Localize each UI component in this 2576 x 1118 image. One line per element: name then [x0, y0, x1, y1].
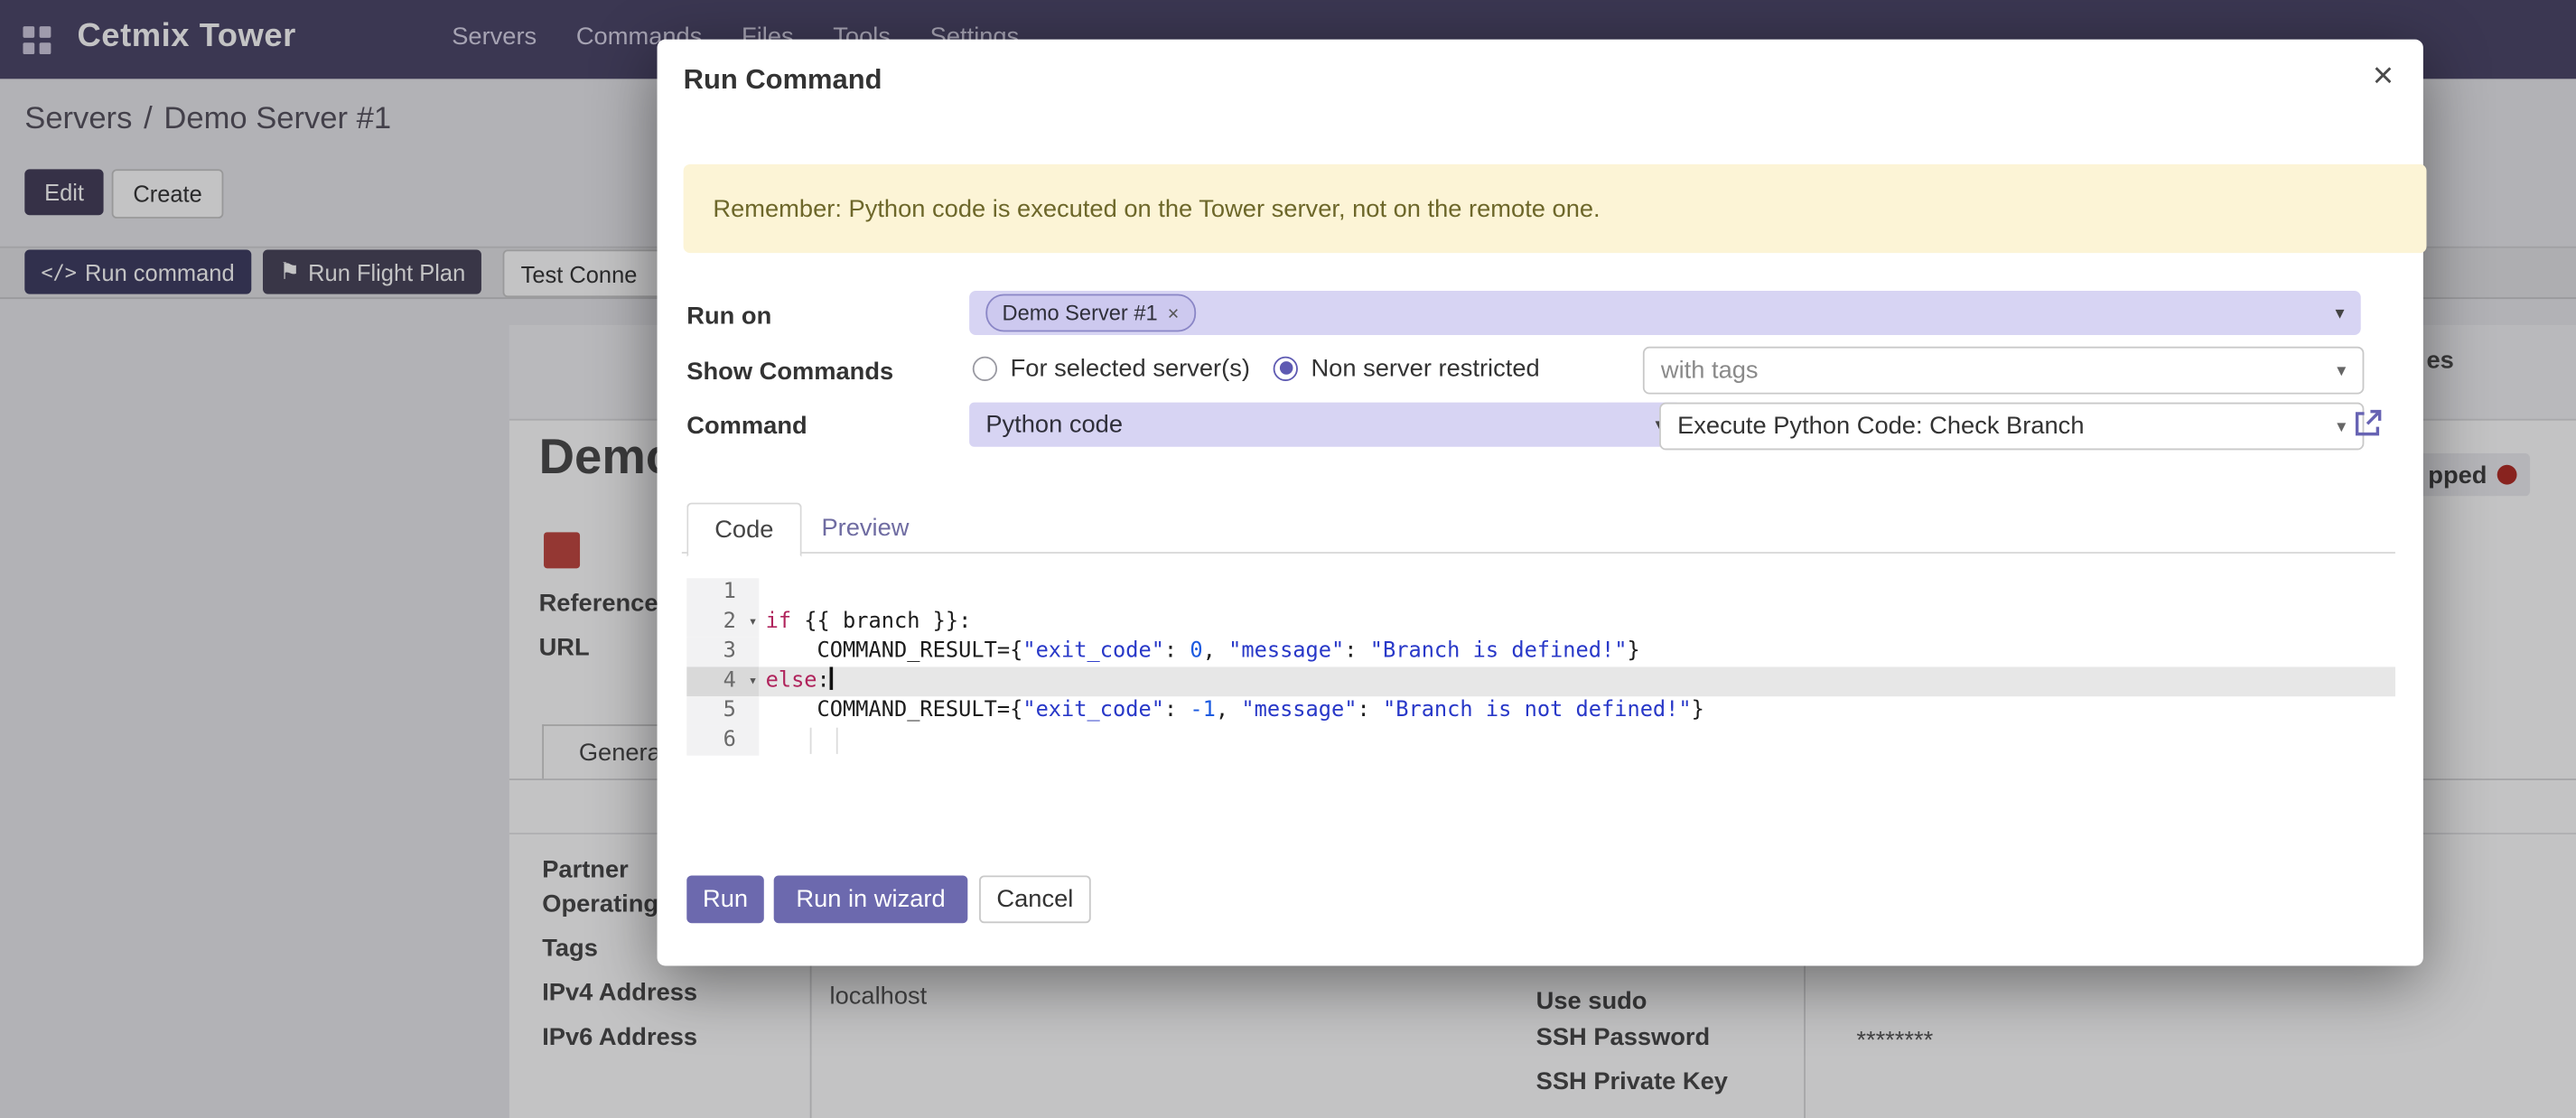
command-select[interactable]: Execute Python Code: Check Branch ▾	[1659, 403, 2364, 451]
code-token: "message"	[1228, 639, 1344, 664]
code-token: }	[1692, 698, 1704, 722]
radio-label: For selected server(s)	[1011, 354, 1250, 382]
run-in-wizard-button[interactable]: Run in wizard	[774, 875, 968, 923]
code-token: {{ branch }}:	[791, 610, 971, 634]
server-tag-chip: Demo Server #1 ×	[985, 294, 1195, 332]
code-token: }	[1627, 639, 1639, 664]
screen: Cetmix Tower Servers Commands Files Tool…	[0, 0, 2576, 1118]
code-editor[interactable]: 12▾if {{ branch }}:3 COMMAND_RESULT={"ex…	[686, 578, 2395, 755]
code-token: if	[766, 610, 791, 634]
fold-arrow-icon[interactable]: ▾	[749, 608, 758, 638]
editor-line[interactable]: 3 COMMAND_RESULT={"exit_code": 0, "messa…	[686, 638, 2395, 667]
tab-preview[interactable]: Preview	[795, 503, 935, 554]
code-line[interactable]: else:	[759, 666, 2395, 696]
command-type-select[interactable]: Python code ▾	[969, 403, 1681, 447]
code-token: :	[1164, 639, 1190, 664]
line-number[interactable]: 1	[686, 578, 759, 608]
code-line[interactable]: COMMAND_RESULT={"exit_code": 0, "message…	[759, 638, 2395, 667]
radio-non-server-restricted[interactable]: Non server restricted	[1274, 353, 1540, 383]
indent-guide	[810, 728, 812, 754]
code-token: ,	[1216, 698, 1241, 722]
indent-guide	[836, 728, 838, 754]
code-token: -1	[1190, 698, 1215, 722]
warning-alert-text: Remember: Python code is executed on the…	[713, 195, 1600, 223]
remove-tag-icon[interactable]: ×	[1168, 302, 1180, 324]
code-line[interactable]: COMMAND_RESULT={"exit_code": -1, "messag…	[759, 696, 2395, 726]
cancel-button[interactable]: Cancel	[979, 875, 1091, 923]
run-button[interactable]: Run	[686, 875, 763, 923]
fold-arrow-icon[interactable]: ▾	[749, 666, 758, 696]
command-type-value: Python code	[985, 411, 1123, 439]
close-icon[interactable]: ×	[2366, 52, 2400, 98]
radio-label: Non server restricted	[1311, 354, 1539, 382]
run-on-label: Run on	[686, 301, 771, 333]
radio-for-selected-servers[interactable]: For selected server(s)	[973, 353, 1250, 383]
line-number[interactable]: 6	[686, 726, 759, 756]
run-command-dialog: Run Command × Remember: Python code is e…	[658, 40, 2423, 966]
editor-line[interactable]: 5 COMMAND_RESULT={"exit_code": -1, "mess…	[686, 696, 2395, 726]
text-cursor	[830, 666, 833, 689]
tags-filter-placeholder: with tags	[1661, 357, 1759, 385]
chevron-down-icon: ▾	[2324, 359, 2347, 381]
editor-line[interactable]: 6	[686, 726, 2395, 756]
editor-line[interactable]: 1	[686, 578, 2395, 608]
dialog-title: Run Command	[684, 64, 882, 97]
chevron-down-icon: ▾	[2324, 415, 2347, 437]
code-token: COMMAND_RESULT={	[766, 639, 1023, 664]
code-token: "exit_code"	[1022, 639, 1164, 664]
code-token: 0	[1190, 639, 1202, 664]
editor-line[interactable]: 2▾if {{ branch }}:	[686, 608, 2395, 638]
server-tag-label: Demo Server #1	[1003, 301, 1158, 325]
tabs-underline	[682, 552, 2395, 554]
external-link-icon[interactable]	[2351, 407, 2384, 440]
code-token: :	[1164, 698, 1190, 722]
code-token: "message"	[1241, 698, 1357, 722]
code-line[interactable]	[759, 578, 2395, 608]
run-on-field[interactable]: Demo Server #1 × ▾	[969, 291, 2361, 335]
editor-line[interactable]: 4▾else:	[686, 666, 2395, 696]
line-number[interactable]: 3	[686, 638, 759, 667]
radio-circle-icon	[1274, 356, 1298, 380]
code-token: "Branch is not defined!"	[1383, 698, 1692, 722]
code-token: "exit_code"	[1022, 698, 1164, 722]
command-value: Execute Python Code: Check Branch	[1677, 413, 2084, 441]
warning-alert: Remember: Python code is executed on the…	[684, 164, 2427, 253]
code-token: ,	[1203, 639, 1228, 664]
tags-filter-select[interactable]: with tags ▾	[1643, 347, 2364, 395]
code-token: COMMAND_RESULT={	[766, 698, 1023, 722]
code-token: :	[1344, 639, 1369, 664]
code-token: :	[1358, 698, 1383, 722]
chevron-down-icon[interactable]: ▾	[2322, 303, 2345, 324]
tab-code[interactable]: Code	[686, 503, 801, 557]
line-number[interactable]: 5	[686, 696, 759, 726]
show-commands-label: Show Commands	[686, 357, 893, 389]
command-label: Command	[686, 411, 807, 443]
line-number[interactable]: 4▾	[686, 666, 759, 696]
code-line[interactable]: if {{ branch }}:	[759, 608, 2395, 638]
code-token: else	[766, 668, 817, 693]
code-line[interactable]	[759, 726, 2395, 756]
radio-circle-icon	[973, 356, 997, 380]
code-token: :	[817, 668, 830, 693]
line-number[interactable]: 2▾	[686, 608, 759, 638]
code-token: "Branch is defined!"	[1370, 639, 1628, 664]
